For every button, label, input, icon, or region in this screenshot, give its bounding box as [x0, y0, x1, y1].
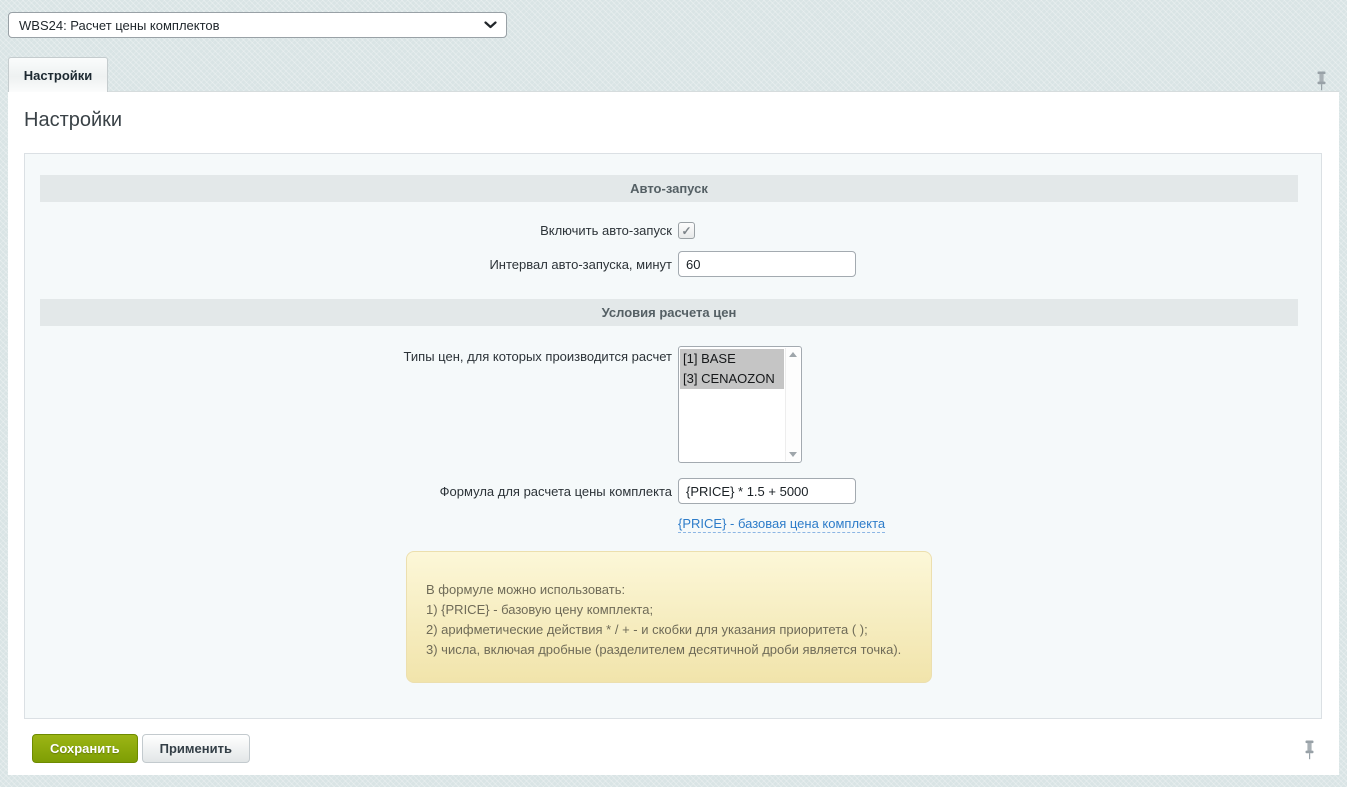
tab-strip: Настройки — [0, 50, 1347, 91]
autorun-enable-checkbox[interactable]: ✓ — [678, 222, 695, 239]
field-row-price-types: Типы цен, для которых производится расче… — [25, 346, 1321, 463]
note-line: В формуле можно использовать: — [426, 580, 911, 600]
formula-input[interactable] — [678, 478, 856, 504]
field-label-price-types: Типы цен, для которых производится расче… — [25, 346, 672, 364]
note-line: 3) числа, включая дробные (разделителем … — [426, 640, 911, 660]
scroll-down-icon[interactable] — [789, 452, 797, 457]
section-header-autorun: Авто-запуск — [40, 175, 1298, 202]
content-panel: Настройки Авто-запуск Включить авто-запу… — [8, 91, 1339, 775]
field-row-autorun-enable: Включить авто-запуск ✓ — [25, 222, 1321, 239]
module-select[interactable]: WBS24: Расчет цены комплектов — [8, 12, 507, 38]
field-label-autorun-interval: Интервал авто-запуска, минут — [25, 257, 672, 272]
pin-icon-top[interactable] — [1313, 70, 1329, 92]
check-icon: ✓ — [681, 225, 691, 237]
settings-form: Авто-запуск Включить авто-запуск ✓ Интер… — [24, 153, 1322, 719]
field-label-formula: Формула для расчета цены комплекта — [25, 484, 672, 499]
note-line: 2) арифметические действия * / + - и ско… — [426, 620, 911, 640]
tab-settings[interactable]: Настройки — [8, 57, 108, 92]
autorun-interval-input[interactable] — [678, 251, 856, 277]
field-label-autorun-enable: Включить авто-запуск — [25, 223, 672, 238]
field-row-price-hint: {PRICE} - базовая цена комплекта — [25, 516, 1321, 531]
save-button[interactable]: Сохранить — [32, 734, 138, 763]
note-line: 1) {PRICE} - базовую цену комплекта; — [426, 600, 911, 620]
pushpin-icon — [1304, 740, 1315, 760]
price-hint-link[interactable]: {PRICE} - базовая цена комплекта — [678, 516, 885, 533]
scroll-up-icon[interactable] — [789, 352, 797, 357]
chevron-down-icon — [484, 21, 497, 29]
section-header-price-conditions: Условия расчета цен — [40, 299, 1298, 326]
pushpin-icon — [1316, 71, 1327, 91]
top-bar: WBS24: Расчет цены комплектов — [0, 0, 1347, 50]
page-title: Настройки — [24, 108, 1339, 132]
field-row-autorun-interval: Интервал авто-запуска, минут — [25, 251, 1321, 277]
price-types-listbox[interactable]: [1] BASE [3] CENAOZON — [678, 346, 802, 463]
footer-button-bar: Сохранить Применить — [32, 734, 1339, 763]
listbox-scrollbar[interactable] — [785, 348, 800, 461]
module-select-value: WBS24: Расчет цены комплектов — [19, 18, 220, 33]
field-row-formula: Формула для расчета цены комплекта — [25, 478, 1321, 504]
pin-icon-bottom[interactable] — [1301, 739, 1317, 761]
apply-button[interactable]: Применить — [142, 734, 250, 763]
listbox-option-base[interactable]: [1] BASE — [680, 349, 784, 369]
formula-note: В формуле можно использовать: 1) {PRICE}… — [406, 551, 932, 683]
listbox-option-cenaozon[interactable]: [3] CENAOZON — [680, 369, 784, 389]
